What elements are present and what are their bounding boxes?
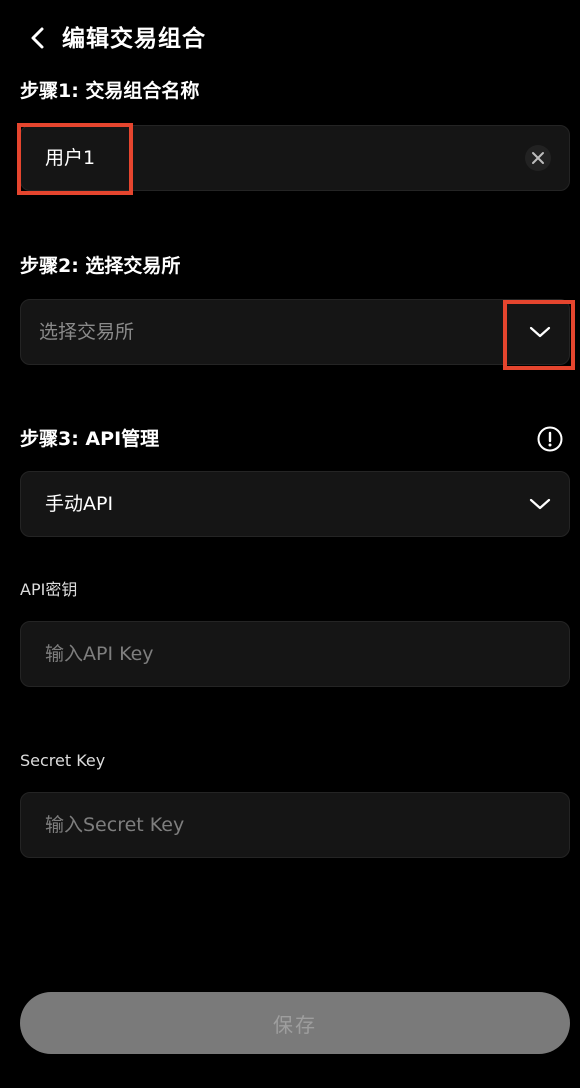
close-icon — [532, 152, 544, 164]
clear-button[interactable] — [525, 145, 551, 171]
info-button[interactable] — [536, 425, 564, 453]
info-icon — [537, 426, 563, 452]
secret-key-label: Secret Key — [20, 751, 106, 770]
exchange-select-placeholder: 选择交易所 — [39, 321, 135, 343]
secret-key-input[interactable] — [45, 793, 485, 857]
portfolio-name-field[interactable] — [20, 125, 570, 191]
secret-key-field[interactable] — [20, 792, 570, 858]
api-key-field[interactable] — [20, 621, 570, 687]
page-title: 编辑交易组合 — [62, 26, 206, 52]
api-key-input[interactable] — [45, 622, 485, 686]
chevron-down-icon — [529, 498, 551, 510]
api-mode-dropdown-toggle[interactable] — [525, 489, 555, 519]
api-mode-value: 手动API — [45, 493, 114, 515]
exchange-select[interactable]: 选择交易所 — [20, 299, 570, 365]
portfolio-name-input[interactable] — [45, 126, 485, 190]
chevron-left-icon — [31, 27, 44, 49]
step1-label: 步骤1: 交易组合名称 — [20, 80, 200, 102]
back-button[interactable] — [22, 22, 54, 54]
api-key-label: API密钥 — [20, 580, 78, 599]
chevron-down-icon — [529, 326, 551, 338]
step2-label: 步骤2: 选择交易所 — [20, 255, 181, 277]
step3-label: 步骤3: API管理 — [20, 428, 160, 450]
save-button[interactable]: 保存 — [20, 992, 570, 1054]
exchange-dropdown-toggle[interactable] — [525, 317, 555, 347]
api-mode-select[interactable]: 手动API — [20, 471, 570, 537]
